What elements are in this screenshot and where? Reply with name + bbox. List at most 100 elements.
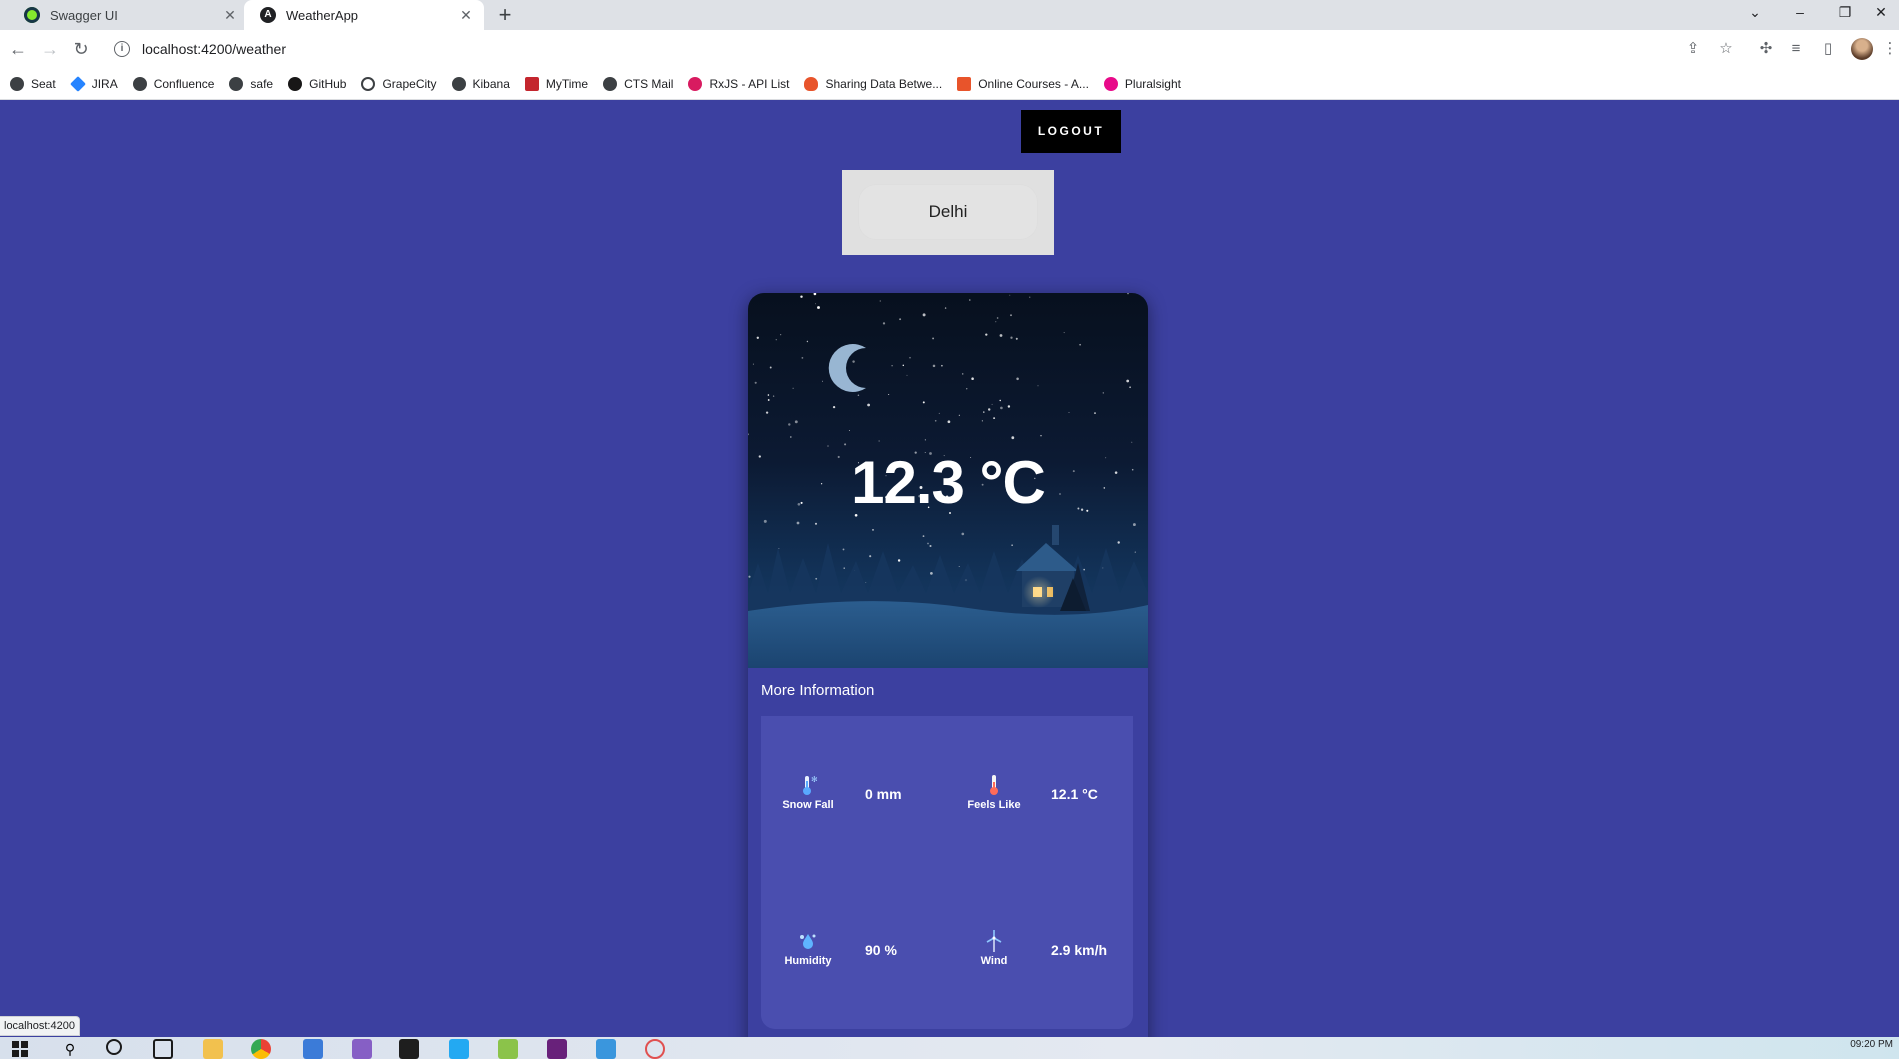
pluralsight-icon (1103, 76, 1118, 91)
bookmark-confluence[interactable]: Confluence (132, 76, 215, 91)
bookmark-kibana[interactable]: Kibana (451, 76, 510, 91)
star (815, 303, 816, 305)
task-view-icon[interactable] (153, 1039, 173, 1059)
star (991, 403, 993, 405)
star (1094, 412, 1096, 414)
star (796, 521, 800, 525)
windows-start-icon[interactable] (10, 1039, 30, 1059)
star (1015, 337, 1018, 340)
bookmark-sharing-data[interactable]: Sharing Data Betwe... (804, 76, 942, 91)
star (801, 357, 804, 359)
globe-icon (132, 76, 147, 91)
bookmark-seat[interactable]: Seat (10, 76, 56, 91)
night-scene-image: 12.3 °C (748, 293, 1148, 668)
browser-toolbar: ← → ↻ i localhost:4200/weather ⇪ ☆ ✣ ≡ ▯… (0, 30, 1899, 68)
star (930, 572, 933, 575)
visual-studio-icon[interactable] (352, 1039, 372, 1059)
star (1009, 294, 1011, 296)
star (842, 548, 845, 551)
star (941, 364, 943, 367)
udemy-icon (957, 76, 972, 91)
bookmark-label: Online Courses - A... (978, 76, 1089, 91)
bookmark-pluralsight[interactable]: Pluralsight (1103, 76, 1181, 91)
star (995, 321, 997, 323)
metric-label: Feels Like (967, 799, 1021, 811)
tab-search-chevron-icon[interactable]: ⌄ (1735, 0, 1775, 24)
share-icon[interactable]: ⇪ (1683, 39, 1703, 59)
star (1068, 412, 1070, 413)
browser-menu-icon[interactable]: ⋮ (1880, 39, 1899, 59)
star (899, 318, 902, 321)
star (985, 333, 988, 336)
file-explorer-icon[interactable] (203, 1039, 223, 1059)
bookmark-github[interactable]: GitHub (288, 76, 346, 91)
address-bar[interactable]: i localhost:4200/weather (104, 34, 1744, 64)
notepad-plus-icon[interactable] (498, 1039, 518, 1059)
ssms-icon[interactable] (547, 1039, 567, 1059)
star (865, 582, 867, 584)
address-url: localhost:4200/weather (142, 41, 286, 57)
side-panel-icon[interactable]: ▯ (1818, 39, 1838, 59)
logout-button[interactable]: LOGOUT (1021, 110, 1121, 153)
bookmark-grapecity[interactable]: GrapeCity (361, 76, 437, 91)
grapecity-icon (361, 76, 376, 91)
star (1079, 343, 1081, 346)
bookmark-cts-mail[interactable]: CTS Mail (603, 76, 673, 91)
tab-weatherapp[interactable]: A WeatherApp ✕ (244, 0, 484, 30)
star (938, 412, 940, 414)
new-tab-button[interactable]: + (493, 3, 517, 27)
back-arrow-icon[interactable]: ← (6, 37, 30, 61)
metric-label: Snow Fall (782, 799, 834, 811)
reload-icon[interactable]: ↻ (69, 37, 93, 61)
star (1037, 385, 1039, 387)
photos-icon[interactable] (596, 1039, 616, 1059)
city-search-input[interactable] (863, 202, 1033, 222)
bookmark-jira[interactable]: JIRA (69, 75, 118, 92)
restore-button[interactable]: ❐ (1825, 0, 1865, 24)
bookmark-mytime[interactable]: MyTime (524, 76, 588, 91)
extensions-puzzle-icon[interactable]: ✣ (1756, 39, 1776, 59)
terminal-icon[interactable] (399, 1039, 419, 1059)
minimize-button[interactable]: – (1780, 0, 1820, 24)
city-search-field[interactable] (858, 184, 1038, 240)
star (869, 555, 872, 558)
metric-value: 90 % (865, 942, 897, 958)
star (961, 373, 964, 375)
snipping-tool-icon[interactable] (645, 1039, 665, 1059)
forward-arrow-icon[interactable]: → (38, 37, 62, 61)
media-queue-icon[interactable]: ≡ (1786, 39, 1806, 59)
bookmark-rxjs[interactable]: RxJS - API List (688, 76, 789, 91)
bookmark-label: Seat (31, 76, 56, 91)
metric-value: 2.9 km/h (1051, 942, 1108, 958)
star (765, 411, 769, 414)
snowfall-thermometer-icon: ✻ (803, 775, 818, 795)
star (927, 542, 929, 545)
star (909, 356, 911, 359)
metric-feels-like: Feels Like 12.1 °C (959, 773, 1139, 823)
cortana-icon[interactable] (106, 1039, 122, 1055)
mail-app-icon[interactable] (303, 1039, 323, 1059)
site-info-icon[interactable]: i (114, 41, 130, 57)
close-tab-icon[interactable]: ✕ (458, 7, 474, 23)
close-tab-icon[interactable]: ✕ (222, 7, 238, 23)
star (843, 567, 845, 569)
star (966, 388, 968, 390)
tab-swagger-ui[interactable]: Swagger UI ✕ (8, 0, 248, 30)
close-window-button[interactable]: ✕ (1861, 0, 1899, 24)
star (922, 535, 925, 537)
bookmark-star-icon[interactable]: ☆ (1716, 39, 1736, 59)
profile-avatar[interactable] (1851, 38, 1873, 60)
chrome-icon[interactable] (251, 1039, 271, 1059)
mytime-icon (524, 76, 539, 91)
star (999, 399, 1001, 402)
star (1029, 296, 1031, 298)
star (1010, 336, 1013, 339)
star (902, 364, 905, 367)
globe-icon (10, 76, 24, 91)
bookmark-online-courses[interactable]: Online Courses - A... (957, 76, 1089, 91)
search-icon[interactable]: ⚲ (60, 1039, 80, 1059)
bookmark-safe[interactable]: safe (229, 76, 273, 91)
star (788, 423, 791, 426)
bookmark-label: Confluence (153, 76, 215, 91)
vscode-icon[interactable] (449, 1039, 469, 1059)
